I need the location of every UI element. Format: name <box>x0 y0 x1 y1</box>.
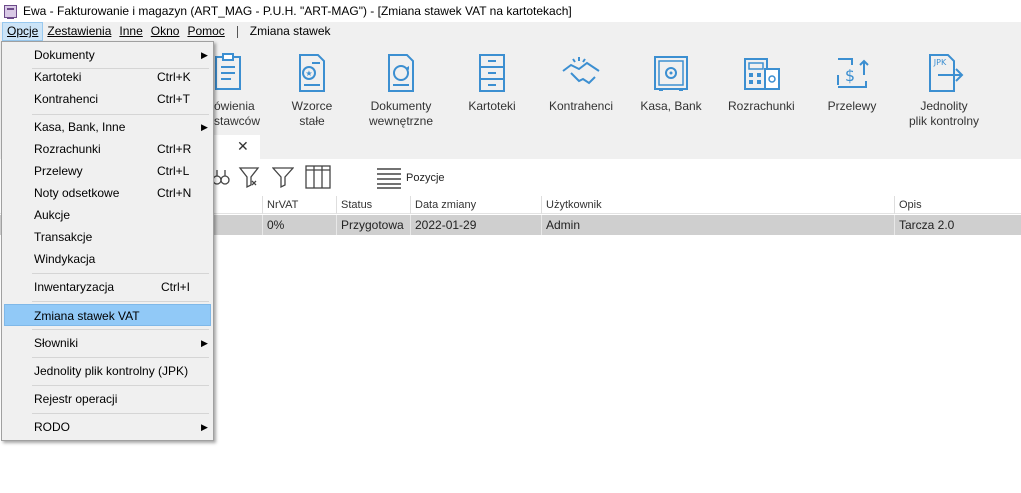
menu-item-jpk[interactable]: Jednolity plik kontrolny (JPK) <box>4 360 211 382</box>
menu-separator <box>32 413 209 414</box>
ribbon-rozrachunki-button[interactable]: Rozrachunki <box>728 51 795 114</box>
shortcut-label: Ctrl+N <box>157 186 192 200</box>
ribbon-label: Wzorce <box>291 99 333 113</box>
menu-pomoc[interactable]: Pomoc <box>183 22 228 41</box>
menu-item-przelewy[interactable]: Przelewy Ctrl+L <box>4 160 211 182</box>
menu-item-inwentaryzacja[interactable]: Inwentaryzacja Ctrl+I <box>4 276 211 298</box>
ribbon-label: plik kontrolny <box>908 114 980 128</box>
menu-item-zmiana-stawek-vat[interactable]: Zmiana stawek VAT <box>4 304 211 326</box>
cell-nrvat: 0% <box>262 215 336 235</box>
menu-item-rodo[interactable]: RODO ▶ <box>4 416 211 438</box>
ribbon-kartoteki-button[interactable]: Kartoteki <box>466 51 518 114</box>
app-icon <box>4 4 17 19</box>
ribbon-label: wewnętrzne <box>368 114 434 128</box>
window-title: Ewa - Fakturowanie i magazyn (ART_MAG - … <box>23 4 572 18</box>
submenu-arrow-icon: ▶ <box>201 50 208 60</box>
pozycje-label[interactable]: Pozycje <box>406 172 445 184</box>
safe-icon <box>649 51 693 95</box>
handshake-icon <box>559 51 603 95</box>
menu-item-noty-odsetkowe[interactable]: Noty odsetkowe Ctrl+N <box>4 182 211 204</box>
shortcut-label: Ctrl+K <box>157 70 191 84</box>
list-lines-icon[interactable] <box>377 167 401 192</box>
submenu-arrow-icon: ▶ <box>201 338 208 348</box>
cell-data-zmiany: 2022-01-29 <box>410 215 541 235</box>
menu-separator <box>32 385 209 386</box>
menu-zestawienia[interactable]: Zestawienia <box>43 22 115 41</box>
ribbon-dokumenty-wewnetrzne-button[interactable]: Dokumenty wewnętrzne <box>366 51 436 129</box>
menu-separator <box>32 357 209 358</box>
transfer-dollar-icon: $ <box>830 51 874 95</box>
cell-uzytkownik: Admin <box>541 215 894 235</box>
svg-text:$: $ <box>845 66 855 85</box>
menu-item-transakcje[interactable]: Transakcje <box>4 226 211 248</box>
cell-status: Przygotowa <box>336 215 410 235</box>
document-star-icon: ★ <box>290 51 334 95</box>
opcje-dropdown-menu: Dokumenty ▶ Kartoteki Ctrl+K Kontrahenci… <box>1 41 214 441</box>
menu-okno[interactable]: Okno <box>147 22 184 41</box>
menu-item-rozrachunki[interactable]: Rozrachunki Ctrl+R <box>4 138 211 160</box>
cell-opis: Tarcza 2.0 <box>894 215 1021 235</box>
submenu-arrow-icon: ▶ <box>201 422 208 432</box>
close-tab-icon[interactable]: ✕ <box>237 138 249 155</box>
shortcut-label: Ctrl+T <box>157 92 190 106</box>
svg-text:JPK: JPK <box>933 58 947 67</box>
menu-item-aukcje[interactable]: Aukcje <box>4 204 211 226</box>
menu-separator <box>236 25 238 38</box>
filter-add-icon[interactable] <box>238 165 262 192</box>
ribbon-wzorce-stale-button[interactable]: ★ Wzorce stałe <box>282 51 342 129</box>
menu-item-kontrahenci[interactable]: Kontrahenci Ctrl+T <box>4 88 211 110</box>
menu-opcje[interactable]: Opcje <box>2 22 44 41</box>
column-header-opis[interactable]: Opis <box>894 196 1021 214</box>
column-header-uzytkownik[interactable]: Użytkownik <box>541 196 894 214</box>
ribbon-label: Rozrachunki <box>728 99 795 113</box>
menu-bar: Opcje Zestawienia Inne Okno Pomoc Zmiana… <box>0 22 1021 41</box>
cash-register-icon <box>739 51 783 95</box>
menu-item-dokumenty[interactable]: Dokumenty ▶ <box>4 44 211 66</box>
column-header-data-zmiany[interactable]: Data zmiany <box>410 196 541 214</box>
shortcut-label: Ctrl+R <box>157 142 192 156</box>
menu-item-slowniki[interactable]: Słowniki ▶ <box>4 332 211 354</box>
column-header-nrvat[interactable]: NrVAT <box>262 196 336 214</box>
columns-icon[interactable] <box>305 165 331 192</box>
ribbon-jpk-button[interactable]: JPK Jednolity plik kontrolny <box>904 51 984 129</box>
ribbon-label: Kontrahenci <box>548 99 614 113</box>
shortcut-label: Ctrl+L <box>157 164 190 178</box>
ribbon-kasa-bank-button[interactable]: Kasa, Bank <box>640 51 702 114</box>
menu-separator <box>32 114 209 115</box>
menu-item-kartoteki[interactable]: Kartoteki Ctrl+K <box>4 66 211 88</box>
filter-icon[interactable] <box>271 165 295 192</box>
ribbon-przelewy-button[interactable]: $ Przelewy <box>826 51 878 114</box>
menu-separator <box>32 273 209 274</box>
document-cycle-icon <box>379 51 423 95</box>
menu-item-windykacja[interactable]: Windykacja <box>4 248 211 270</box>
ribbon-label: Dokumenty <box>370 99 432 113</box>
binoculars-icon[interactable] <box>212 165 230 190</box>
menu-item-kasa-bank-inne[interactable]: Kasa, Bank, Inne ▶ <box>4 116 211 138</box>
menu-item-rejestr-operacji[interactable]: Rejestr operacji <box>4 388 211 410</box>
menu-separator <box>32 329 209 330</box>
ribbon-label: stałe <box>299 114 325 128</box>
ribbon-kontrahenci-button[interactable]: Kontrahenci <box>546 51 616 114</box>
ribbon-label: Kasa, Bank <box>640 99 702 113</box>
ribbon-label: Kartoteki <box>468 99 516 113</box>
menu-zmiana-stawek[interactable]: Zmiana stawek <box>246 22 335 41</box>
ribbon-label: Jednolity <box>920 99 968 113</box>
title-bar: Ewa - Fakturowanie i magazyn (ART_MAG - … <box>0 0 1021 22</box>
shortcut-label: Ctrl+I <box>161 280 191 294</box>
menu-inne[interactable]: Inne <box>115 22 146 41</box>
filing-cabinet-icon <box>470 51 514 95</box>
svg-text:★: ★ <box>305 69 312 78</box>
column-header-status[interactable]: Status <box>336 196 410 214</box>
submenu-arrow-icon: ▶ <box>201 122 208 132</box>
jpk-export-icon: JPK <box>922 51 966 95</box>
ribbon-label: Przelewy <box>827 99 877 113</box>
menu-separator <box>32 301 209 302</box>
